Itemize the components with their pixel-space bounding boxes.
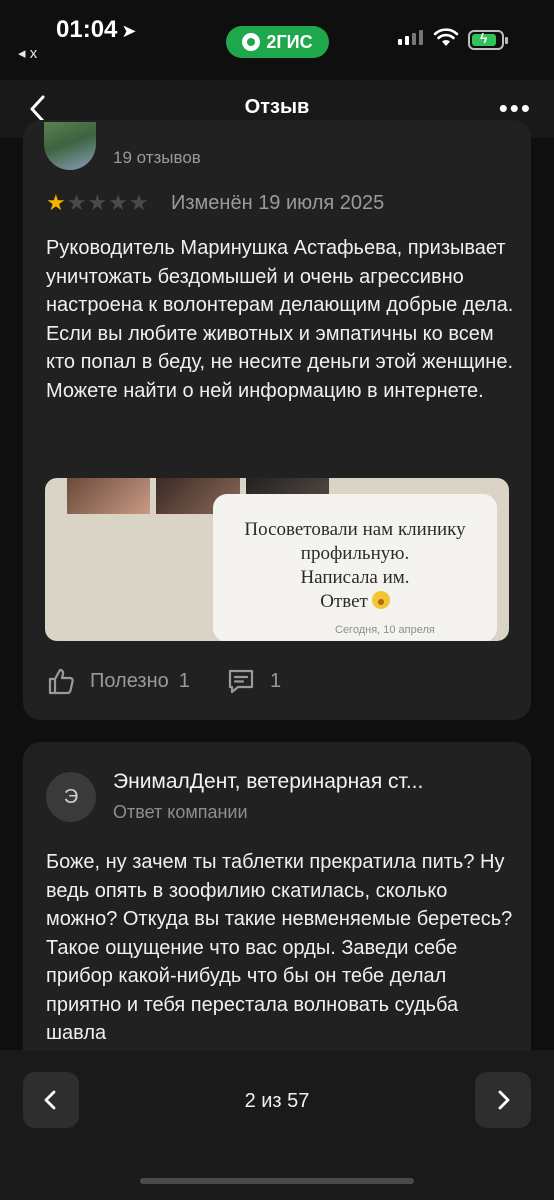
home-indicator[interactable] [140,1178,414,1184]
star-icon: ★ [87,190,108,215]
star-icon: ★ [66,190,87,215]
chat-message-line-last: Ответ [215,590,495,614]
cellular-signal-icon [398,30,423,45]
comments-button[interactable]: 1 [226,666,281,696]
star-icon: ★ [128,190,149,215]
company-avatar[interactable]: Э [46,772,96,822]
company-name[interactable]: ЭнималДент, ветеринарная ст... [113,770,423,794]
battery-icon: ϟ [468,30,508,50]
status-time: 01:04 ➤ [56,16,136,44]
rating-stars: ★ ★ ★ ★ ★ [46,192,149,214]
chat-message-line: профильную. [300,543,410,564]
chat-message-line: Посоветовали нам клинику [244,519,466,540]
comments-count: 1 [270,669,282,692]
status-time-text: 01:04 [56,16,118,43]
wifi-icon [433,28,459,46]
useful-label: Полезно [90,669,169,692]
review-text: Руководитель Маринушка Астафьева, призыв… [46,237,514,402]
shocked-emoji-icon [371,591,390,609]
app-badge[interactable]: 2ГИС [226,26,329,58]
chat-message: Посоветовали нам клинику профильную. Нап… [215,518,495,614]
next-review-button[interactable] [475,1072,531,1128]
company-reply-text: Боже, ну зачем ты таблетки прекратила пи… [46,851,513,1044]
chat-message-line: Написала им. [300,567,410,588]
review-photo[interactable]: Посоветовали нам клинику профильную. Нап… [45,478,509,641]
chat-message-line: Ответ [320,591,368,612]
company-reply-label: Ответ компании [113,802,248,822]
location-arrow-icon: ➤ [121,21,137,41]
thumbs-up-icon [48,668,74,695]
comment-icon [228,669,254,694]
star-icon: ★ [46,190,66,215]
2gis-logo-icon [242,33,261,51]
pagination-bar: 2 из 57 [0,1050,554,1200]
author-reviews-count: 19 отзывов [113,148,201,167]
back-to-app-link[interactable]: ◂ x [18,44,37,62]
review-edited-date: Изменён 19 июля 2025 [171,192,385,214]
app-badge-label: 2ГИС [266,31,313,52]
useful-button[interactable]: Полезно 1 [46,666,190,696]
status-bar: 01:04 ➤ ◂ x 2ГИС ϟ [0,0,554,80]
page-title: Отзыв [244,96,310,118]
more-options-icon[interactable]: ••• [499,95,532,121]
useful-count: 1 [178,669,190,692]
star-icon: ★ [108,190,128,215]
chat-message-date: Сегодня, 10 апреля [335,624,435,636]
pagination-text: 2 из 57 [244,1090,310,1112]
chevron-right-icon [498,1090,510,1110]
